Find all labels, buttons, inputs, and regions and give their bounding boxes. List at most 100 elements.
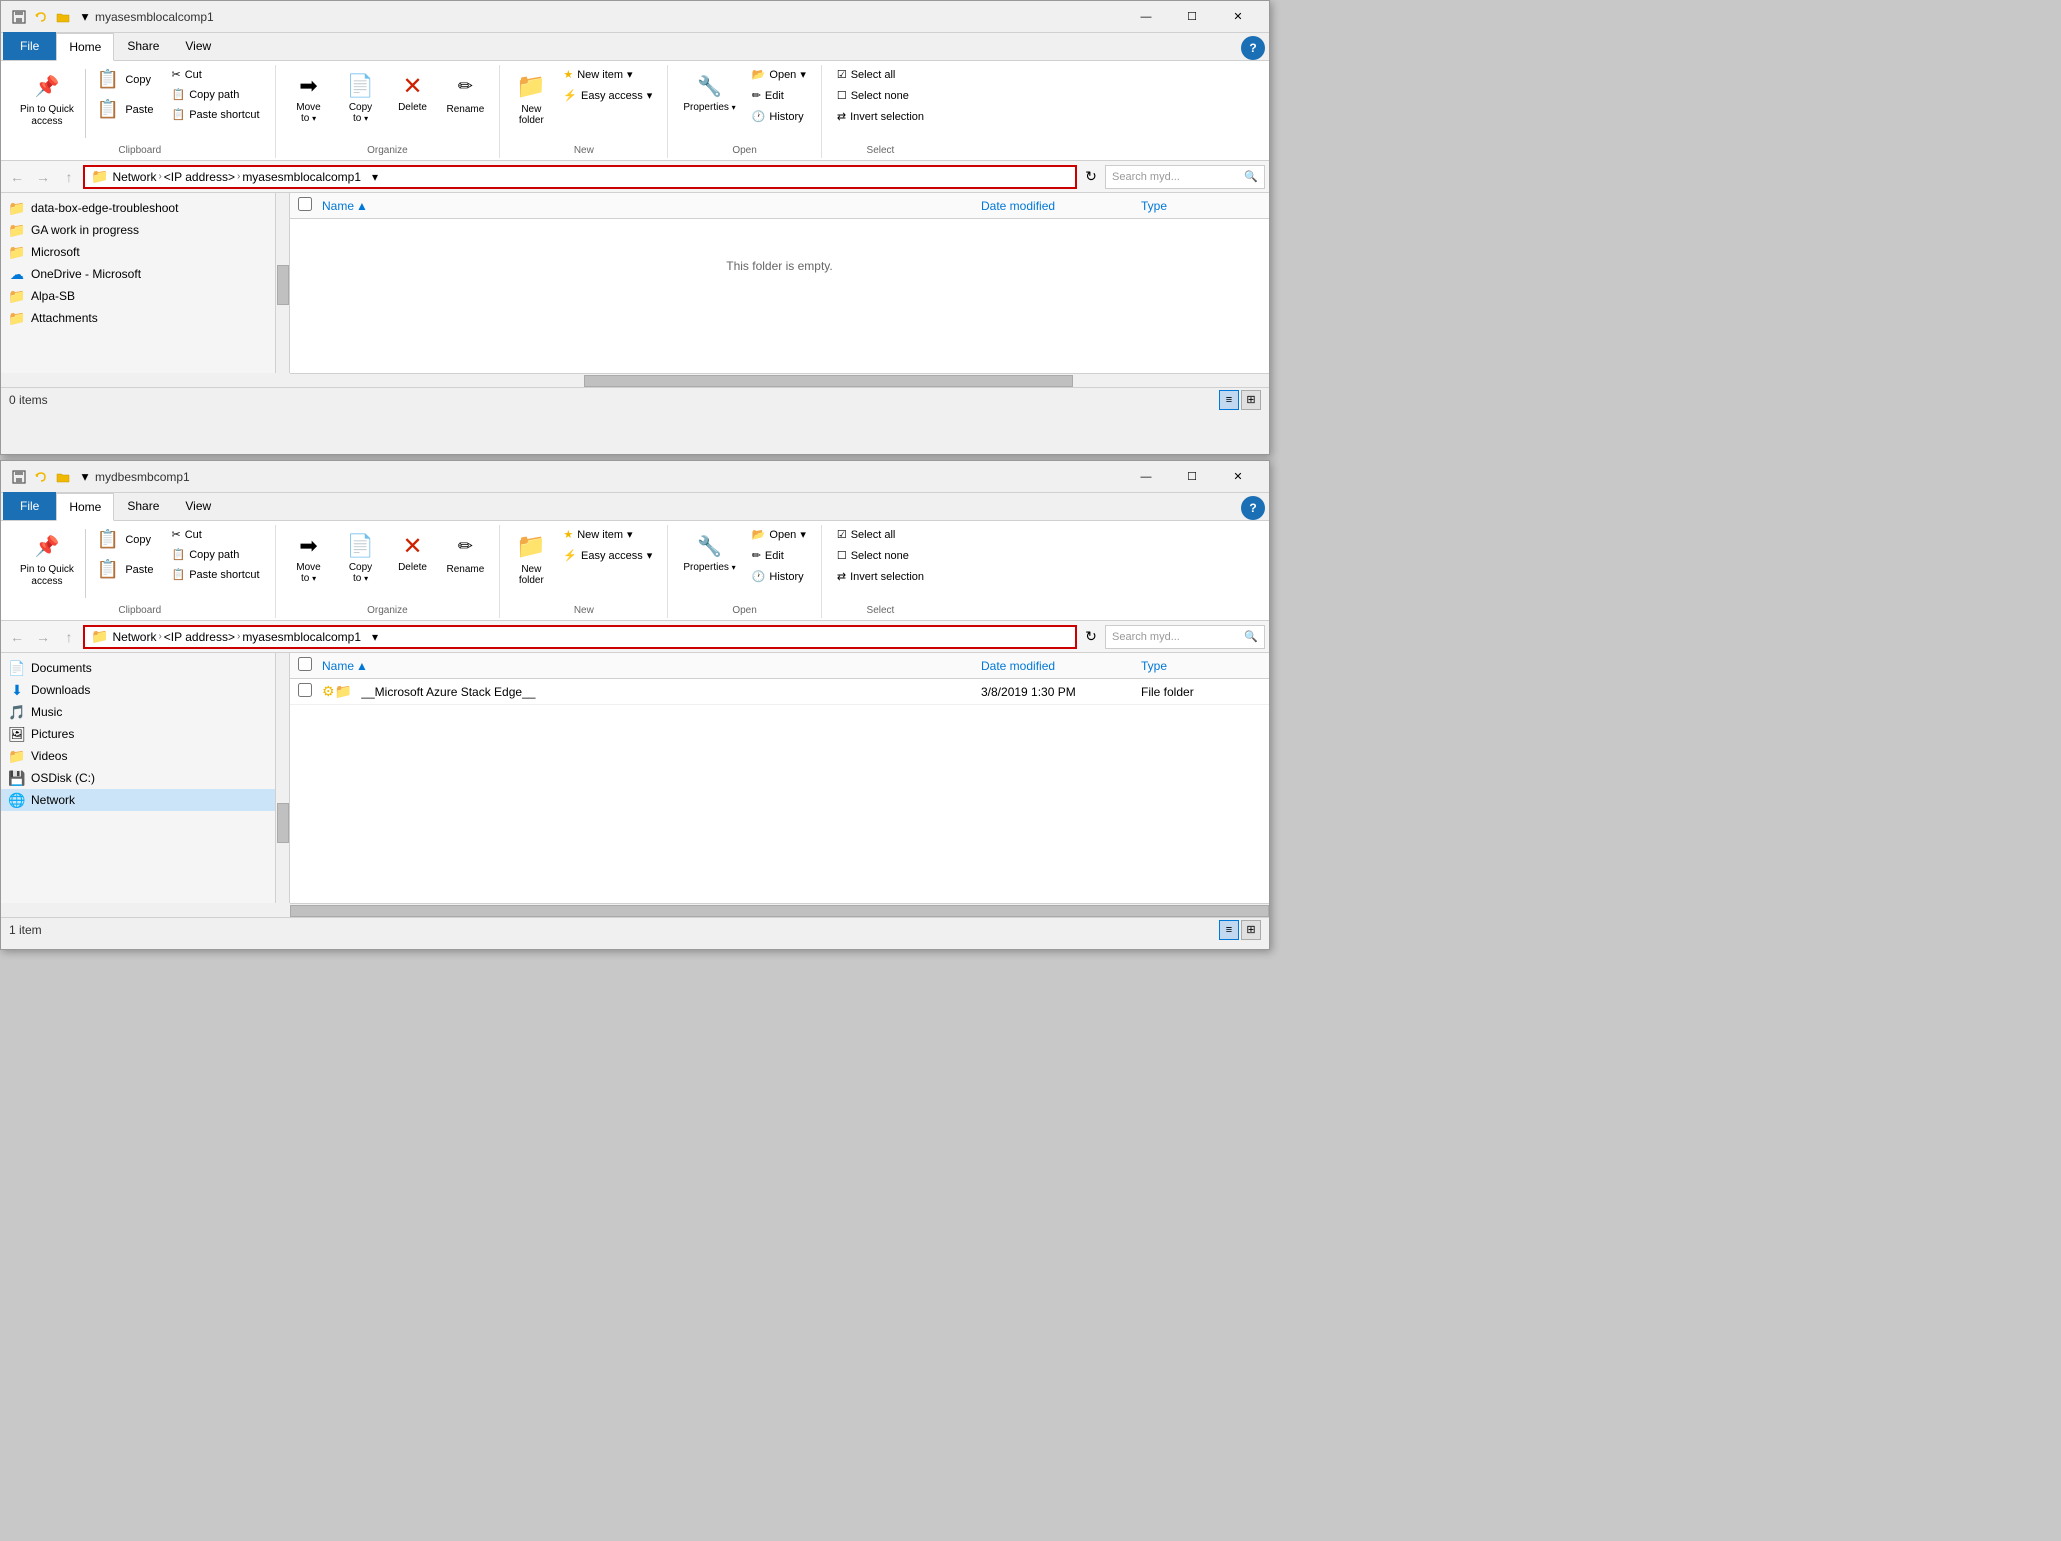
row-checkbox-azure[interactable] [298, 683, 312, 697]
h-scrollbar-top[interactable] [290, 373, 1269, 387]
nav-item-network[interactable]: 🌐 Network [1, 789, 275, 811]
quick-access-save-btn-bottom[interactable] [9, 467, 29, 487]
help-btn-bottom[interactable]: ? [1241, 496, 1265, 520]
quick-access-dropdown-btn[interactable]: ▾ [75, 7, 95, 27]
copy-path-btn-top[interactable]: 📋 Copy path [164, 85, 266, 104]
edit-btn-top[interactable]: ✏ Edit [745, 86, 813, 105]
col-date-header-bottom[interactable]: Date modified [981, 659, 1141, 673]
invert-selection-btn-top[interactable]: ⇄ Invert selection [830, 107, 931, 126]
delete-btn-top[interactable]: ✕ Delete [388, 65, 438, 118]
cut-btn-bottom[interactable]: ✂ Cut [164, 525, 266, 544]
nav-item-microsoft[interactable]: 📁 Microsoft [1, 241, 275, 263]
details-view-btn-top[interactable]: ≡ [1219, 390, 1239, 410]
quick-access-undo-btn-bottom[interactable] [31, 467, 51, 487]
close-btn-bottom[interactable]: ✕ [1215, 461, 1261, 493]
nav-item-data-box[interactable]: 📁 data-box-edge-troubleshoot [1, 197, 275, 219]
paste-btn-bottom[interactable]: 📋 Paste [90, 555, 161, 584]
col-type-header-top[interactable]: Type [1141, 199, 1261, 213]
tab-share-bottom[interactable]: Share [114, 492, 172, 520]
new-folder-btn-top[interactable]: 📁 Newfolder [508, 65, 554, 131]
tab-view-bottom[interactable]: View [172, 492, 224, 520]
tab-file-top[interactable]: File [3, 32, 56, 60]
move-to-btn-bottom[interactable]: ➡ Moveto ▾ [284, 525, 334, 589]
quick-access-undo-btn[interactable] [31, 7, 51, 27]
copy-btn-top[interactable]: 📋 Copy [90, 65, 161, 94]
nav-item-onedrive[interactable]: ☁ OneDrive - Microsoft [1, 263, 275, 285]
paste-shortcut-btn-top[interactable]: 📋 Paste shortcut [164, 105, 266, 124]
tab-home-bottom[interactable]: Home [56, 493, 114, 521]
search-box-bottom[interactable]: Search myd... 🔍 [1105, 625, 1265, 649]
easy-access-btn-bottom[interactable]: ⚡ Easy access ▾ [556, 546, 659, 565]
select-all-checkbox-bottom[interactable] [298, 657, 312, 671]
copy-to-btn-top[interactable]: 📄 Copyto ▾ [336, 65, 386, 129]
refresh-btn-top[interactable]: ↻ [1079, 165, 1103, 189]
large-icons-view-btn-bottom[interactable]: ⊞ [1241, 920, 1261, 940]
edit-btn-bottom[interactable]: ✏ Edit [745, 546, 813, 565]
copy-to-btn-bottom[interactable]: 📄 Copyto ▾ [336, 525, 386, 589]
forward-btn-bottom[interactable]: → [31, 625, 55, 649]
paste-btn-top[interactable]: 📋 Paste [90, 95, 161, 124]
open-btn-bottom[interactable]: 📂 Open ▾ [745, 525, 813, 544]
open-btn-top[interactable]: 📂 Open ▾ [745, 65, 813, 84]
address-dropdown-top[interactable]: ▾ [365, 170, 385, 184]
h-scrollbar-thumb-top[interactable] [584, 375, 1074, 387]
nav-scrollbar-thumb-top[interactable] [277, 265, 289, 305]
maximize-btn-bottom[interactable]: ☐ [1169, 461, 1215, 493]
nav-item-pictures[interactable]: 🖼 Pictures [1, 723, 275, 745]
up-btn-bottom[interactable]: ↑ [57, 625, 81, 649]
h-scrollbar-thumb-bottom[interactable] [290, 905, 1269, 917]
forward-btn-top[interactable]: → [31, 165, 55, 189]
easy-access-btn-top[interactable]: ⚡ Easy access ▾ [556, 86, 659, 105]
rename-btn-top[interactable]: ✏ Rename [440, 65, 492, 120]
maximize-btn-top[interactable]: ☐ [1169, 1, 1215, 33]
move-to-btn-top[interactable]: ➡ Moveto ▾ [284, 65, 334, 129]
col-name-header-top[interactable]: Name ▲ [322, 199, 981, 213]
col-type-header-bottom[interactable]: Type [1141, 659, 1261, 673]
pin-to-quick-access-btn-top[interactable]: 📌 Pin to Quickaccess [13, 65, 81, 133]
nav-scrollbar-top[interactable] [276, 193, 290, 373]
quick-access-save-btn[interactable] [9, 7, 29, 27]
new-item-btn-top[interactable]: ★ New item ▾ [556, 65, 659, 84]
up-btn-top[interactable]: ↑ [57, 165, 81, 189]
select-none-btn-top[interactable]: ☐ Select none [830, 86, 931, 105]
paste-shortcut-btn-bottom[interactable]: 📋 Paste shortcut [164, 565, 266, 584]
quick-access-new-folder-btn-bottom[interactable] [53, 467, 73, 487]
properties-btn-top[interactable]: 🔧 Properties ▾ [676, 65, 742, 118]
copy-path-btn-bottom[interactable]: 📋 Copy path [164, 545, 266, 564]
tab-home-top[interactable]: Home [56, 33, 114, 61]
minimize-btn-top[interactable]: — [1123, 1, 1169, 33]
rename-btn-bottom[interactable]: ✏ Rename [440, 525, 492, 580]
address-box-bottom[interactable]: 📁 Network › <IP address> › myasesmblocal… [83, 625, 1077, 649]
search-box-top[interactable]: Search myd... 🔍 [1105, 165, 1265, 189]
tab-file-bottom[interactable]: File [3, 492, 56, 520]
quick-access-dropdown-btn-bottom[interactable]: ▾ [75, 467, 95, 487]
tab-view-top[interactable]: View [172, 32, 224, 60]
cut-btn-top[interactable]: ✂ Cut [164, 65, 266, 84]
nav-item-ga-work[interactable]: 📁 GA work in progress [1, 219, 275, 241]
nav-item-osdisk[interactable]: 💾 OSDisk (C:) [1, 767, 275, 789]
large-icons-view-btn-top[interactable]: ⊞ [1241, 390, 1261, 410]
nav-scrollbar-bottom[interactable] [276, 653, 290, 903]
select-none-btn-bottom[interactable]: ☐ Select none [830, 546, 931, 565]
address-dropdown-bottom[interactable]: ▾ [365, 630, 385, 644]
invert-selection-btn-bottom[interactable]: ⇄ Invert selection [830, 567, 931, 586]
nav-item-videos[interactable]: 📁 Videos [1, 745, 275, 767]
select-all-btn-bottom[interactable]: ☑ Select all [830, 525, 931, 544]
nav-item-alpa-sb[interactable]: 📁 Alpa-SB [1, 285, 275, 307]
h-scrollbar-bottom[interactable] [290, 903, 1269, 917]
close-btn-top[interactable]: ✕ [1215, 1, 1261, 33]
new-item-btn-bottom[interactable]: ★ New item ▾ [556, 525, 659, 544]
pin-to-quick-access-btn-bottom[interactable]: 📌 Pin to Quickaccess [13, 525, 81, 593]
address-box-top[interactable]: 📁 Network › <IP address> › myasesmblocal… [83, 165, 1077, 189]
quick-access-new-folder-btn[interactable] [53, 7, 73, 27]
back-btn-top[interactable]: ← [5, 165, 29, 189]
history-btn-top[interactable]: 🕐 History [745, 107, 813, 126]
nav-item-attachments[interactable]: 📁 Attachments [1, 307, 275, 329]
nav-item-documents[interactable]: 📄 Documents [1, 657, 275, 679]
tab-share-top[interactable]: Share [114, 32, 172, 60]
nav-item-downloads[interactable]: ⬇ Downloads [1, 679, 275, 701]
refresh-btn-bottom[interactable]: ↻ [1079, 625, 1103, 649]
details-view-btn-bottom[interactable]: ≡ [1219, 920, 1239, 940]
nav-scrollbar-thumb-bottom[interactable] [277, 803, 289, 843]
properties-btn-bottom[interactable]: 🔧 Properties ▾ [676, 525, 742, 578]
